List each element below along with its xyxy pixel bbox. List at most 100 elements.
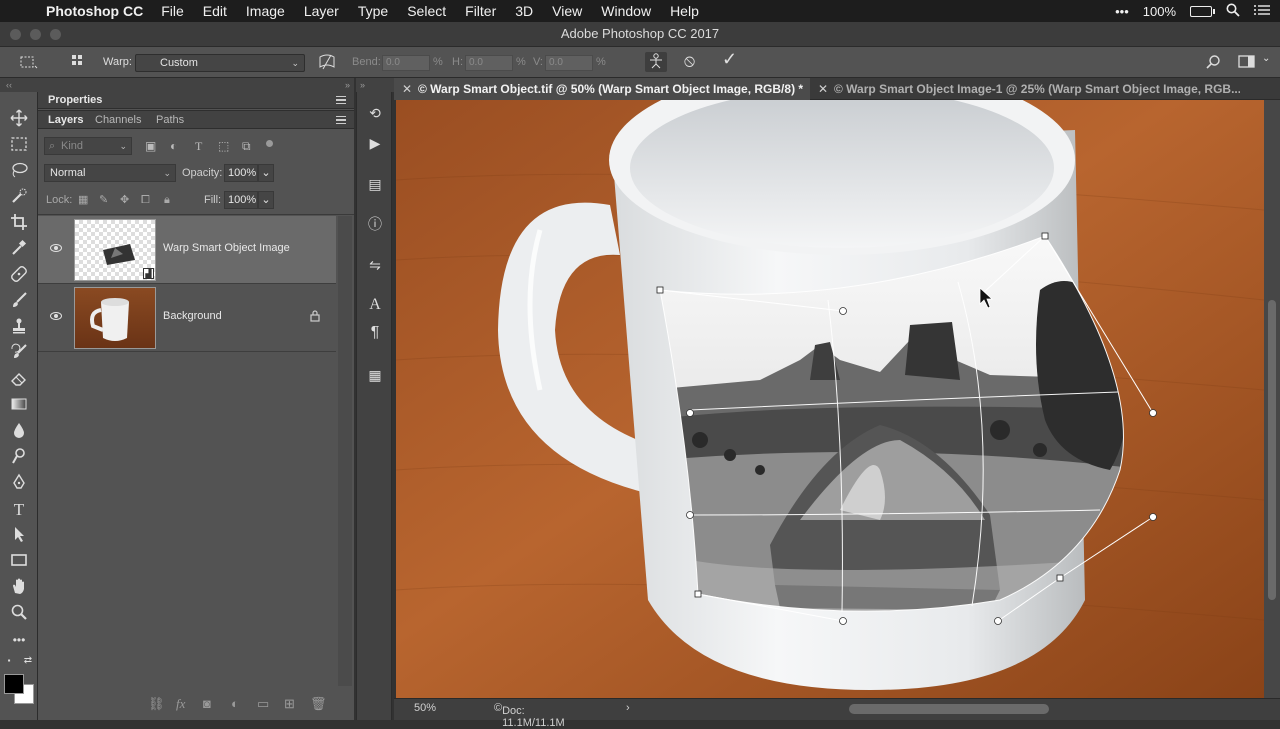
panels-collapse-strip[interactable]: » xyxy=(38,78,354,92)
move-tool-icon[interactable] xyxy=(8,109,30,131)
commit-transform-icon[interactable]: ✓ xyxy=(722,49,737,70)
shape-filter-icon[interactable]: ⬚ xyxy=(218,137,229,155)
actions-panel-icon[interactable]: ▶ xyxy=(364,132,386,154)
kind-filter-dropdown[interactable]: ⌕ Kind ⌄ xyxy=(44,137,132,155)
foreground-color-swatch[interactable] xyxy=(4,674,24,694)
workspace-icon[interactable] xyxy=(1238,54,1256,73)
horizontal-distortion-field[interactable]: 0.0 xyxy=(465,55,513,71)
menu-view[interactable]: View xyxy=(552,3,582,19)
layer-visibility-eye-icon[interactable] xyxy=(50,312,62,320)
lock-position-icon[interactable]: ✥ xyxy=(120,191,129,209)
menu-layer[interactable]: Layer xyxy=(304,3,339,19)
app-menu[interactable]: Photoshop CC xyxy=(46,3,143,19)
clone-stamp-tool-icon[interactable] xyxy=(8,317,30,339)
layer-mask-icon[interactable]: ◙ xyxy=(203,696,211,711)
layers-scrollbar[interactable] xyxy=(338,216,352,686)
menu-select[interactable]: Select xyxy=(407,3,446,19)
opacity-slider-toggle[interactable]: ⌄ xyxy=(258,164,274,182)
properties-menu-icon[interactable] xyxy=(336,96,346,104)
change-warp-orientation-icon[interactable] xyxy=(318,53,336,74)
notes-panel-icon[interactable]: ▦ xyxy=(364,364,386,386)
fill-field[interactable]: 100% xyxy=(224,191,258,209)
menu-image[interactable]: Image xyxy=(246,3,285,19)
filter-toggle-icon[interactable] xyxy=(266,140,273,147)
character-panel-icon[interactable]: A xyxy=(364,294,386,316)
link-layers-icon[interactable]: ⛓︎ xyxy=(148,696,165,712)
lock-transparent-icon[interactable]: ▦ xyxy=(78,191,88,209)
edit-toolbar-icon[interactable]: ••• xyxy=(8,629,30,651)
fill-slider-toggle[interactable]: ⌄ xyxy=(258,191,274,209)
history-brush-tool-icon[interactable] xyxy=(8,343,30,365)
pixel-filter-icon[interactable]: ▣ xyxy=(145,137,156,155)
close-tab-icon[interactable]: ✕ xyxy=(402,78,412,100)
status-menu-arrow-icon[interactable]: › xyxy=(626,702,630,714)
battery-icon[interactable] xyxy=(1190,5,1215,17)
tab-layers[interactable]: Layers xyxy=(48,111,83,129)
rectangle-tool-icon[interactable] xyxy=(8,551,30,573)
menu-window[interactable]: Window xyxy=(601,3,651,19)
menu-file[interactable]: File xyxy=(161,3,184,19)
pen-tool-icon[interactable] xyxy=(8,473,30,495)
tab-properties[interactable]: Properties xyxy=(48,91,102,109)
gradient-tool-icon[interactable] xyxy=(8,395,30,417)
tab-channels[interactable]: Channels xyxy=(95,111,141,129)
document-canvas[interactable] xyxy=(396,100,1264,698)
toggle-warp-mode-icon[interactable] xyxy=(70,53,90,74)
tab-warp-smart-object-tif[interactable]: ✕ © Warp Smart Object.tif @ 50% (Warp Sm… xyxy=(394,78,810,100)
quick-selection-tool-icon[interactable] xyxy=(8,187,30,209)
notification-center-icon[interactable] xyxy=(1254,4,1270,19)
menu-3d[interactable]: 3D xyxy=(515,3,533,19)
paragraph-panel-icon[interactable]: ¶ xyxy=(364,322,386,344)
layer-row-warp-smart-object[interactable]: ▟ Warp Smart Object Image xyxy=(38,216,336,284)
zoom-window-button[interactable] xyxy=(50,29,61,40)
lock-image-icon[interactable]: ✎ xyxy=(99,191,108,209)
layer-style-icon[interactable]: fx xyxy=(176,696,185,712)
delete-layer-icon[interactable]: 🗑︎ xyxy=(310,696,327,712)
lasso-tool-icon[interactable] xyxy=(8,161,30,183)
new-group-icon[interactable]: ▭ xyxy=(257,696,269,712)
puppet-warp-icon[interactable] xyxy=(645,52,667,72)
blend-mode-dropdown[interactable]: Normal ⌄ xyxy=(44,164,176,182)
toolbar-collapse-strip[interactable]: ‹‹ xyxy=(0,78,38,92)
history-panel-icon[interactable]: ⟲ xyxy=(364,102,386,124)
info-panel-icon[interactable]: ⓘ xyxy=(364,213,386,235)
adjustment-layer-icon[interactable]: ◐ xyxy=(231,696,239,711)
dodge-tool-icon[interactable] xyxy=(8,447,30,469)
canvas-vertical-scrollbar[interactable] xyxy=(1264,100,1280,698)
menu-edit[interactable]: Edit xyxy=(203,3,227,19)
bend-field[interactable]: 0.0 xyxy=(382,55,430,71)
marquee-tool-icon[interactable] xyxy=(8,135,30,157)
swap-colors-icon[interactable]: ⇄ xyxy=(22,655,34,667)
tab-warp-smart-object-image-1[interactable]: ✕ © Warp Smart Object Image-1 @ 25% (War… xyxy=(810,78,1240,100)
warp-style-dropdown[interactable]: Custom ⌄ xyxy=(135,54,305,72)
eraser-tool-icon[interactable] xyxy=(8,369,30,391)
menu-type[interactable]: Type xyxy=(358,3,388,19)
crop-tool-icon[interactable] xyxy=(8,213,30,235)
search-icon[interactable] xyxy=(1205,54,1221,73)
layer-row-background[interactable]: Background xyxy=(38,284,336,352)
menu-help[interactable]: Help xyxy=(670,3,699,19)
zoom-tool-icon[interactable] xyxy=(8,603,30,625)
hand-tool-icon[interactable] xyxy=(8,577,30,599)
minimize-window-button[interactable] xyxy=(30,29,41,40)
smart-object-filter-icon[interactable]: ⧉ xyxy=(242,137,251,155)
type-tool-icon[interactable]: T xyxy=(8,499,30,521)
path-selection-tool-icon[interactable] xyxy=(8,525,30,547)
layers-menu-icon[interactable] xyxy=(336,116,346,124)
close-tab-icon[interactable]: ✕ xyxy=(818,78,828,100)
workspace-chevron-icon[interactable]: ⌄ xyxy=(1262,53,1270,64)
healing-brush-tool-icon[interactable] xyxy=(8,265,30,287)
lock-artboard-icon[interactable]: ⧠ xyxy=(141,191,150,209)
menu-filter[interactable]: Filter xyxy=(465,3,496,19)
doc-info[interactable]: © Doc: 11.1M/11.1M xyxy=(494,702,565,729)
more-dots-icon[interactable]: ••• xyxy=(1115,4,1129,19)
lock-all-icon[interactable]: 🔒︎ xyxy=(164,191,170,209)
spotlight-search-icon[interactable] xyxy=(1226,3,1240,20)
default-colors-icon[interactable]: ▪ xyxy=(3,655,15,667)
tab-paths[interactable]: Paths xyxy=(156,111,184,129)
close-window-button[interactable] xyxy=(10,29,21,40)
zoom-level[interactable]: 50% xyxy=(414,702,436,714)
new-layer-icon[interactable]: ⊞ xyxy=(284,696,295,712)
eyedropper-tool-icon[interactable] xyxy=(8,239,30,261)
transform-tool-icon[interactable] xyxy=(18,54,38,73)
